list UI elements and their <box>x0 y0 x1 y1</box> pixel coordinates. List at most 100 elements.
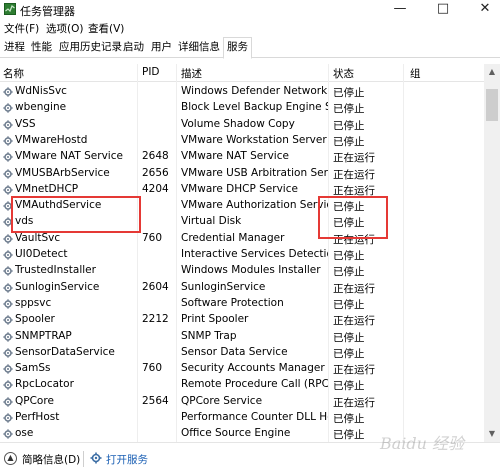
gear-icon <box>3 152 13 162</box>
service-name: Spooler <box>15 313 55 326</box>
tab-performance[interactable]: 性能 <box>28 39 55 58</box>
column-pid-header[interactable]: PID <box>142 66 160 78</box>
service-status: 已停止 <box>333 331 365 344</box>
minimize-button[interactable]: — <box>385 0 415 19</box>
service-status: 正在运行 <box>333 315 375 328</box>
service-pid: 4204 <box>142 182 169 195</box>
gear-icon <box>3 119 13 130</box>
gear-icon <box>3 185 13 195</box>
menu-options[interactable]: 选项(O) <box>46 21 83 36</box>
service-description: Windows Defender Network I... <box>181 85 328 97</box>
table-row[interactable]: SNMPTRAP SNMP Trap 已停止 <box>0 329 484 345</box>
close-button[interactable]: ✕ <box>470 0 500 19</box>
service-pid: 2212 <box>142 313 169 326</box>
service-name: VMware NAT Service <box>15 150 123 163</box>
menu-view[interactable]: 查看(V) <box>88 21 124 36</box>
title-bar: 任务管理器 — □ ✕ <box>0 0 500 19</box>
table-row[interactable]: wbengine Block Level Backup Engine Se... 已… <box>0 100 484 116</box>
tab-bar: 进程 性能 应用历史记录 启动 用户 详细信息 服务 <box>0 36 500 59</box>
service-name: SamSs <box>15 362 51 375</box>
vertical-scrollbar[interactable]: ▲ ▼ <box>484 64 500 442</box>
table-row[interactable]: TrustedInstaller Windows Modules Installe… <box>0 263 484 279</box>
service-pid: 2648 <box>142 150 169 163</box>
table-row[interactable]: VMware NAT Service 2648 VMware NAT Service… <box>0 149 484 165</box>
tab-users[interactable]: 用户 <box>148 39 175 58</box>
service-name: VMUSBArbService <box>15 166 110 179</box>
service-name: wbengine <box>15 101 67 114</box>
table-row[interactable]: VMUSBArbService 2656 VMware USB Arbitratio… <box>0 166 484 182</box>
service-description: Virtual Disk <box>181 215 242 228</box>
table-row[interactable]: RpcLocator Remote Procedure Call (RPC) ..… <box>0 377 484 393</box>
table-row[interactable]: Spooler 2212 Print Spooler 正在运行 <box>0 312 484 328</box>
column-description-header[interactable]: 描述 <box>181 66 202 81</box>
less-details-link[interactable]: 简略信息(D) <box>22 452 80 467</box>
service-name: VaultSvc <box>15 231 61 244</box>
service-description: Office Source Engine <box>181 427 291 440</box>
service-pid: 760 <box>142 231 163 244</box>
column-group-header[interactable]: 组 <box>410 66 421 81</box>
table-row[interactable]: PerfHost Performance Counter DLL Host 已停止 <box>0 410 484 426</box>
service-name: RpcLocator <box>15 378 74 391</box>
service-status: 已停止 <box>333 103 365 116</box>
service-description: SNMP Trap <box>181 329 237 342</box>
service-description: Performance Counter DLL Host <box>181 411 328 423</box>
column-name-header[interactable]: 名称 <box>3 66 24 81</box>
service-name: VMnetDHCP <box>15 182 79 195</box>
service-status: 已停止 <box>333 119 365 132</box>
service-description: QPCore Service <box>181 394 263 407</box>
scroll-down-arrow-icon[interactable]: ▼ <box>484 426 500 442</box>
divider <box>83 451 84 467</box>
gear-icon <box>3 266 13 276</box>
service-status: 已停止 <box>333 298 365 311</box>
service-name: QPCore <box>15 394 54 407</box>
service-description: VMware Authorization Service <box>181 199 328 212</box>
gear-icon[interactable] <box>90 452 102 464</box>
service-description: VMware USB Arbitration Serv... <box>181 166 328 179</box>
status-highlight-box <box>318 196 388 239</box>
gear-icon <box>3 87 13 97</box>
gear-icon <box>3 168 13 179</box>
service-name: SunloginService <box>15 280 100 293</box>
service-name: ose <box>15 427 34 440</box>
menu-file[interactable]: 文件(F) <box>4 21 39 36</box>
gear-icon <box>3 429 13 439</box>
service-name: SensorDataService <box>15 345 115 358</box>
table-row[interactable]: WdNisSvc Windows Defender Network I... 已停止 <box>0 84 484 100</box>
service-status: 已停止 <box>333 250 365 262</box>
scrollbar-thumb[interactable] <box>486 89 498 121</box>
gear-icon <box>3 299 13 309</box>
tab-details[interactable]: 详细信息 <box>175 39 223 58</box>
service-name: VSS <box>15 117 36 130</box>
table-row[interactable]: sppsvc Software Protection 已停止 <box>0 296 484 312</box>
service-description: VMware DHCP Service <box>181 182 298 195</box>
service-status: 正在运行 <box>333 152 375 165</box>
table-row[interactable]: UI0Detect Interactive Services Detection 已… <box>0 247 484 263</box>
watermark: Baidu 经验 <box>380 434 465 453</box>
service-description: Security Accounts Manager <box>181 362 325 375</box>
tab-app-history[interactable]: 应用历史记录 <box>56 39 125 58</box>
chevron-up-icon[interactable]: ▲ <box>4 452 17 465</box>
gear-icon <box>3 413 13 423</box>
maximize-button[interactable]: □ <box>428 0 458 19</box>
gear-icon <box>3 136 13 146</box>
column-status-header[interactable]: 状态 <box>333 66 354 81</box>
tab-startup[interactable]: 启动 <box>120 39 147 58</box>
table-row[interactable]: QPCore 2564 QPCore Service 正在运行 <box>0 394 484 410</box>
gear-icon <box>3 348 13 358</box>
tab-processes[interactable]: 进程 <box>1 39 28 58</box>
service-pid: 2604 <box>142 280 169 293</box>
gear-icon <box>3 315 13 325</box>
service-name: PerfHost <box>15 411 60 423</box>
name-highlight-box <box>11 196 141 233</box>
service-description: VMware Workstation Server <box>181 133 327 146</box>
table-row[interactable]: SamSs 760 Security Accounts Manager 正在运行 <box>0 361 484 377</box>
table-row[interactable]: VSS Volume Shadow Copy 已停止 <box>0 117 484 133</box>
tab-services[interactable]: 服务 <box>223 37 252 59</box>
scroll-up-arrow-icon[interactable]: ▲ <box>484 64 500 80</box>
open-services-link[interactable]: 打开服务 <box>106 452 148 467</box>
table-row[interactable]: SunloginService 2604 SunloginService 正在运行 <box>0 280 484 296</box>
table-row[interactable]: SensorDataService Sensor Data Service 已停止 <box>0 345 484 361</box>
services-list: WdNisSvc Windows Defender Network I... 已停止… <box>0 84 484 441</box>
table-row[interactable]: VMwareHostd VMware Workstation Server 已停止 <box>0 133 484 149</box>
table-row[interactable]: VaultSvc 760 Credential Manager 正在运行 <box>0 231 484 247</box>
